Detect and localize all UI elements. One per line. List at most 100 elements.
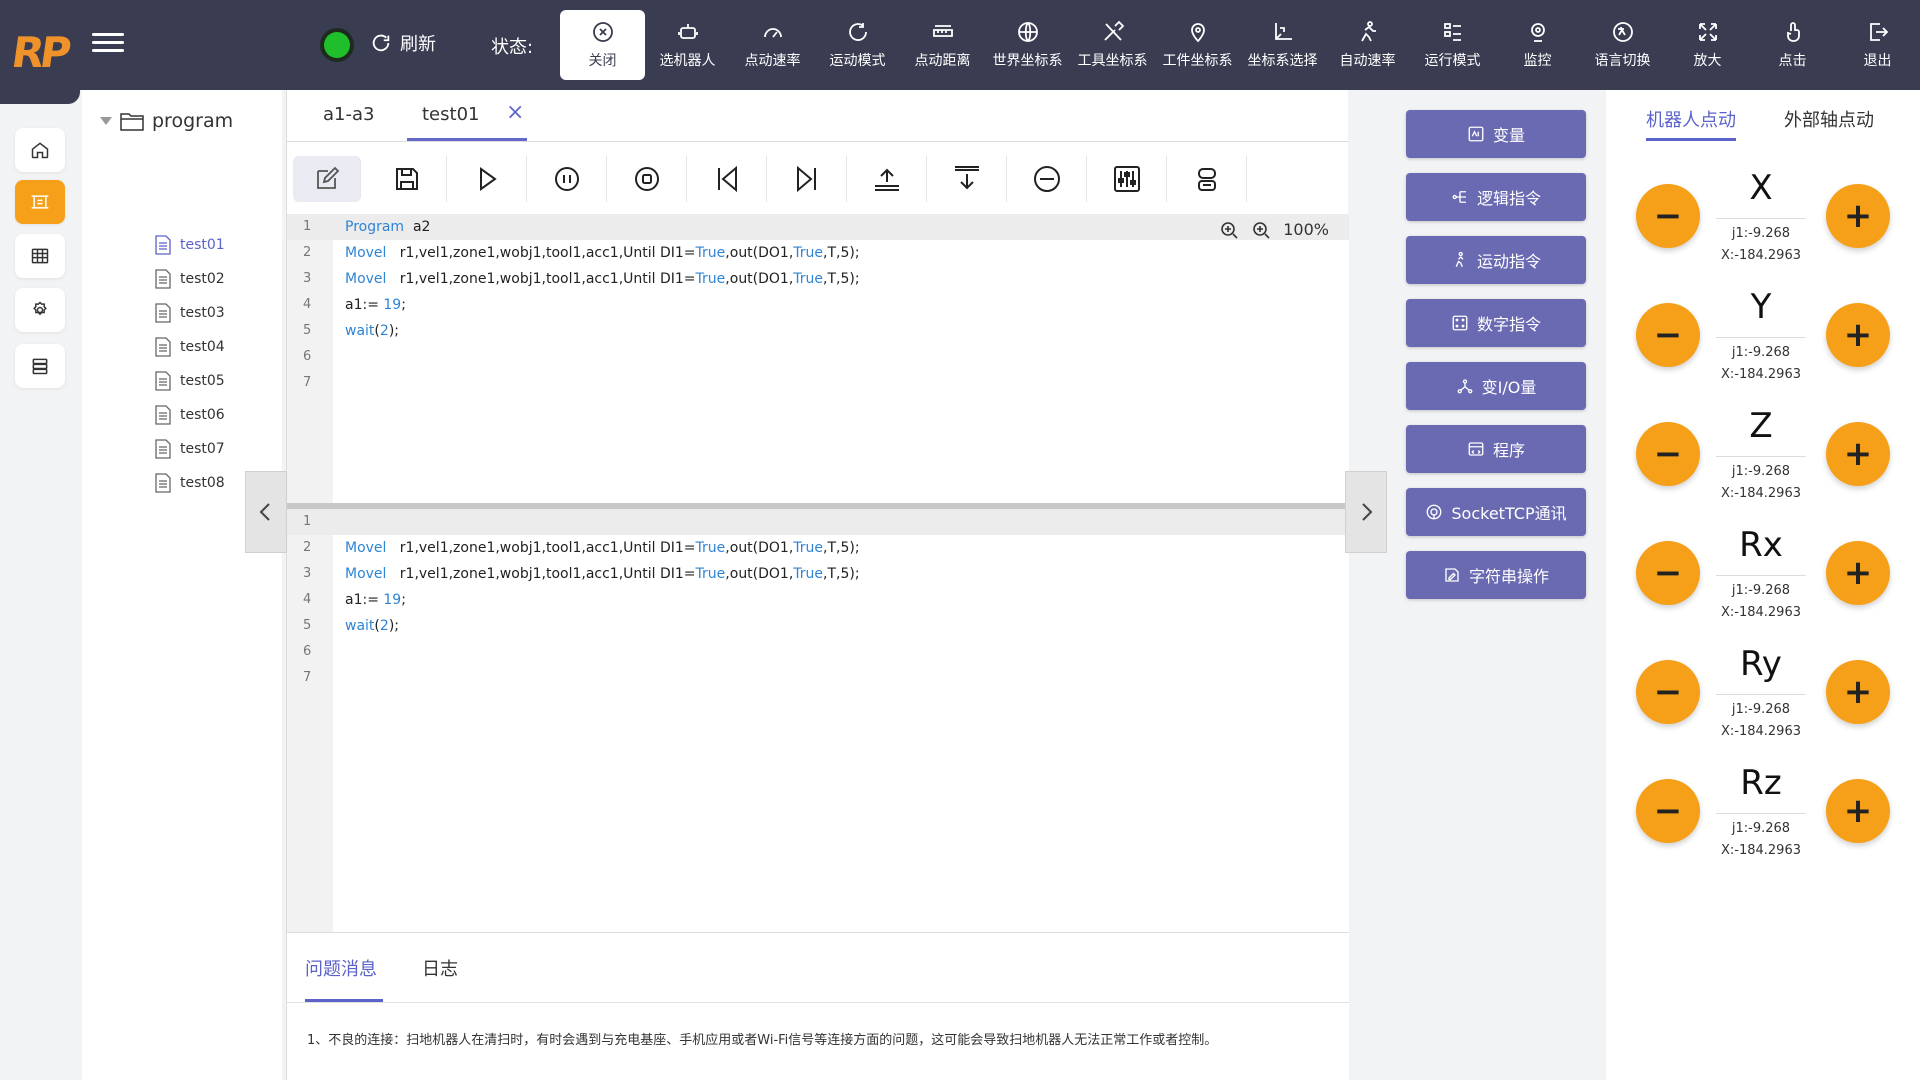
logic-icon [1452,191,1466,203]
tree-item-test02[interactable]: test02 [154,269,225,289]
code-line[interactable]: 6 [287,344,1349,370]
step-forward-button[interactable] [767,156,847,202]
code-pane-secondary[interactable]: 1 2 Movel r1,vel1,zone1,wobj1,tool1,acc1,U… [287,509,1349,932]
tree-item-test05[interactable]: test05 [154,371,225,391]
nav-program-button[interactable] [15,180,65,224]
stop-button[interactable] [607,156,687,202]
nav-settings-button[interactable] [15,288,65,332]
tool-button-15[interactable]: 退出 [1835,0,1920,90]
jog-plus-button[interactable]: + [1826,660,1890,724]
tool-button-11[interactable]: 监控 [1495,0,1580,90]
jog-minus-button[interactable]: − [1636,422,1700,486]
tab-test01[interactable]: test01 [422,104,479,125]
edit-button[interactable] [293,156,361,202]
save-button[interactable] [367,156,447,202]
tool-button-8[interactable]: 坐标系选择 [1240,0,1325,90]
tool-button-1[interactable]: 选机器人 [645,0,730,90]
instruction-button-0[interactable]: 变量 [1406,110,1586,158]
code-line[interactable]: 2 Movel r1,vel1,zone1,wobj1,tool1,acc1,Un… [287,535,1349,561]
jog-plus-button[interactable]: + [1826,541,1890,605]
nav-database-button[interactable] [15,344,65,388]
zoom-reset-icon[interactable] [1251,220,1271,240]
jog-minus-button[interactable]: − [1636,541,1700,605]
tool-button-10[interactable]: 运行模式 [1410,0,1495,90]
tool-button-4[interactable]: 点动距离 [900,0,985,90]
instruction-button-3[interactable]: 数字指令 [1406,299,1586,347]
file-icon [155,235,171,255]
menu-toggle-icon[interactable] [92,28,124,58]
tree-item-test06[interactable]: test06 [154,405,225,425]
collapse-right-button[interactable] [1345,471,1387,553]
robot-debug-button[interactable] [1167,156,1247,202]
file-icon [155,303,171,323]
jog-plus-button[interactable]: + [1826,422,1890,486]
remove-line-button[interactable] [1007,156,1087,202]
pause-icon [554,167,579,191]
tree-root-program[interactable]: program [100,110,233,132]
tab-problems[interactable]: 问题消息 [305,955,377,981]
nav-home-button[interactable] [15,128,65,172]
code-line[interactable]: 7 [287,665,1349,691]
step-back-button[interactable] [687,156,767,202]
jog-minus-button[interactable]: − [1636,660,1700,724]
code-line[interactable]: 4 a1:= 19; [287,292,1349,318]
tool-button-13[interactable]: 放大 [1665,0,1750,90]
tool-button-9[interactable]: 自动速率 [1325,0,1410,90]
tool-button-6[interactable]: 工具坐标系 [1070,0,1155,90]
instruction-button-2[interactable]: 运动指令 [1406,236,1586,284]
tab-robot-jog[interactable]: 机器人点动 [1646,106,1736,132]
jog-plus-button[interactable]: + [1826,303,1890,367]
instruction-button-5[interactable]: 程序 [1406,425,1586,473]
tab-a1-a3[interactable]: a1-a3 [323,104,374,125]
code-pane-primary[interactable]: 1 Program a2 100% 2 Movel r1,vel1,zone1,wobj… [287,214,1349,504]
tool-button-0[interactable]: 关闭 [560,10,645,80]
tree-item-test07[interactable]: test07 [154,439,225,459]
tool-button-14[interactable]: 点击 [1750,0,1835,90]
tab-close-icon[interactable]: × [506,100,524,125]
tab-external-axis-jog[interactable]: 外部轴点动 [1784,106,1874,132]
tool-button-12[interactable]: 语言切换 [1580,0,1665,90]
code-line[interactable]: 7 [287,370,1349,396]
tree-item-test08[interactable]: test08 [154,473,225,493]
jog-minus-button[interactable]: − [1636,303,1700,367]
insert-above-button[interactable] [847,156,927,202]
code-line[interactable]: 5 wait(2); [287,318,1349,344]
code-line[interactable]: 2 Movel r1,vel1,zone1,wobj1,tool1,acc1,Un… [287,240,1349,266]
code-token: ); [388,323,399,339]
tool-button-2[interactable]: 点动速率 [730,0,815,90]
instruction-button-4[interactable]: 变I/O量 [1406,362,1586,410]
nav-table-button[interactable] [15,234,65,278]
jog-minus-button[interactable]: − [1636,184,1700,248]
tool-button-7[interactable]: 工件坐标系 [1155,0,1240,90]
code-line[interactable]: 1 Program a2 100% [287,214,1349,240]
code-line[interactable]: 3 Movel r1,vel1,zone1,wobj1,tool1,acc1,Un… [287,266,1349,292]
refresh-button[interactable]: 刷新 [370,30,436,56]
instruction-button-6[interactable]: SocketTCP通讯 [1406,488,1586,536]
instruction-button-7[interactable]: 字符串操作 [1406,551,1586,599]
code-line[interactable]: 5 wait(2); [287,613,1349,639]
tab-log[interactable]: 日志 [422,955,458,981]
code-line[interactable]: 1 [287,509,1349,535]
instruction-button-1[interactable]: 逻辑指令 [1406,173,1586,221]
parameters-button[interactable] [1087,156,1167,202]
code-line[interactable]: 6 [287,639,1349,665]
caret-down-icon[interactable] [100,117,112,125]
tool-button-5[interactable]: 世界坐标系 [985,0,1070,90]
code-line[interactable]: 4 a1:= 19; [287,587,1349,613]
tree-item-test01[interactable]: test01 [154,235,225,255]
insert-below-button[interactable] [927,156,1007,202]
insert-above-icon [874,168,899,191]
tree-item-test03[interactable]: test03 [154,303,225,323]
tree-item-test04[interactable]: test04 [154,337,225,357]
zoom-in-icon[interactable] [1219,220,1239,240]
pause-button[interactable] [527,156,607,202]
jog-plus-button[interactable]: + [1826,779,1890,843]
run-button[interactable] [447,156,527,202]
camera-icon [1530,23,1545,42]
collapse-left-button[interactable] [245,471,287,553]
code-line[interactable]: 3 Movel r1,vel1,zone1,wobj1,tool1,acc1,Un… [287,561,1349,587]
tool-button-3[interactable]: 运动模式 [815,0,900,90]
jog-minus-button[interactable]: − [1636,779,1700,843]
location-pin-icon [1190,23,1205,43]
jog-plus-button[interactable]: + [1826,184,1890,248]
